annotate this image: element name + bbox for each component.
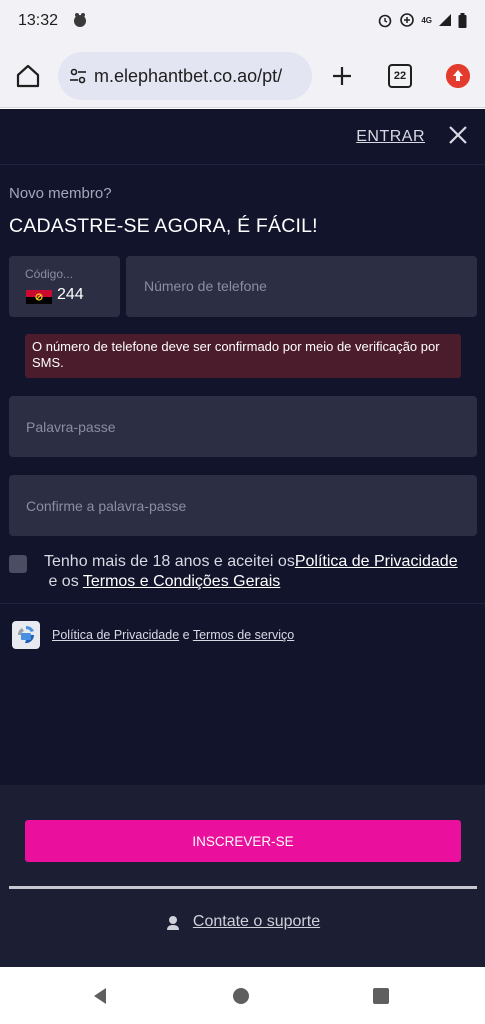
site-settings-icon[interactable]	[68, 66, 88, 86]
new-member-subtitle: Novo membro?	[9, 185, 112, 202]
terms-conditions-link[interactable]: Termos e Condições Gerais	[83, 573, 280, 590]
contact-support-link[interactable]: Contate o suporte	[0, 913, 485, 931]
login-link[interactable]: ENTRAR	[356, 128, 425, 146]
alarm-icon	[379, 14, 392, 28]
update-icon[interactable]	[446, 64, 470, 88]
angola-flag-icon	[26, 290, 52, 304]
phone-number-field[interactable]: Número de telefone	[126, 256, 477, 317]
registration-page: ENTRAR Novo membro? CADASTRE-SE AGORA, É…	[0, 109, 485, 967]
age-terms-text: Tenho mais de 18 anos e aceitei osPolíti…	[44, 552, 464, 592]
page-header: ENTRAR	[0, 109, 485, 165]
home-icon[interactable]	[14, 62, 42, 90]
sms-verification-notice: O número de telefone deve ser confirmado…	[25, 334, 461, 378]
status-icons: 4G	[377, 12, 467, 28]
confirm-password-field[interactable]: Confirme a palavra-passe	[9, 475, 477, 536]
url-bar[interactable]: m.elephantbet.co.ao/pt/	[58, 52, 312, 100]
phone-number-placeholder: Número de telefone	[144, 278, 267, 294]
recaptcha-notice: Política de Privacidade e Termos de serv…	[52, 628, 294, 642]
data-saver-icon	[400, 13, 415, 27]
register-button[interactable]: INSCREVER-SE	[25, 820, 461, 862]
tab-switcher-button[interactable]: 22	[388, 64, 412, 88]
privacy-policy-link[interactable]: Política de Privacidade	[295, 553, 458, 570]
country-code-value: 244	[57, 286, 84, 303]
home-button[interactable]	[233, 988, 249, 1004]
url-text: m.elephantbet.co.ao/pt/	[94, 65, 283, 86]
recaptcha-joiner: e	[179, 628, 193, 642]
network-type: 4G	[421, 15, 432, 25]
footer-area: INSCREVER-SE Contate o suporte	[0, 785, 485, 967]
battery-icon	[458, 12, 467, 28]
signal-icon	[439, 14, 451, 26]
terms-prefix: Tenho mais de 18 anos e aceitei os	[44, 553, 295, 570]
recaptcha-privacy-link[interactable]: Política de Privacidade	[52, 628, 179, 642]
tab-count: 22	[393, 70, 407, 82]
status-time: 13:32	[18, 12, 59, 29]
terms-middle: e os	[44, 573, 83, 590]
recaptcha-terms-link[interactable]: Termos de serviço	[193, 628, 294, 642]
system-nav-bar	[0, 967, 485, 1024]
confirm-password-placeholder: Confirme a palavra-passe	[26, 498, 187, 514]
footer-divider	[9, 886, 477, 889]
app-notification-icon	[74, 13, 86, 27]
age-terms-checkbox[interactable]	[9, 555, 27, 573]
password-field[interactable]: Palavra-passe	[9, 396, 477, 457]
page-title: CADASTRE-SE AGORA, É FÁCIL!	[9, 215, 318, 237]
support-agent-icon	[166, 914, 179, 930]
contact-support-label: Contate o suporte	[192, 913, 321, 930]
country-code-label: Código...	[25, 267, 74, 281]
recent-apps-button[interactable]	[373, 988, 389, 1004]
register-button-label: INSCREVER-SE	[192, 833, 294, 849]
browser-toolbar: m.elephantbet.co.ao/pt/ 22	[0, 44, 485, 108]
new-tab-icon[interactable]	[330, 64, 354, 88]
recaptcha-icon	[12, 621, 40, 649]
back-icon[interactable]	[92, 987, 108, 1005]
status-bar: 13:32 4G	[0, 0, 485, 44]
divider	[0, 603, 485, 604]
country-code-select[interactable]: Código... 244	[9, 256, 120, 317]
close-icon[interactable]	[447, 124, 469, 146]
password-placeholder: Palavra-passe	[26, 419, 116, 435]
